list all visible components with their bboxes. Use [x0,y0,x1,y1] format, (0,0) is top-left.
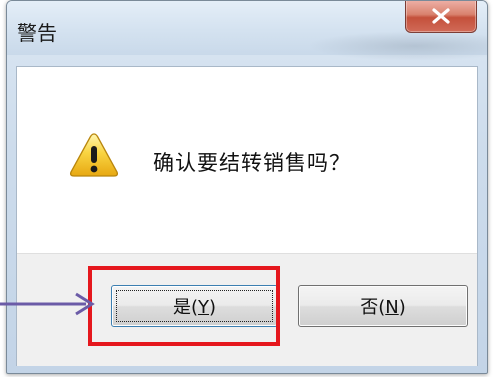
no-button[interactable]: 否(N) [298,285,468,327]
message-area: 确认要结转销售吗？ [17,67,477,253]
screenshot-stage: 警告 确认要结转销售吗？ 是(Y) 否(N) [0,0,495,377]
window-title: 警告 [17,21,57,45]
yes-button[interactable]: 是(Y) [111,285,278,327]
warning-icon [69,133,119,177]
close-icon [432,8,450,24]
close-button[interactable] [405,1,477,33]
yes-button-label: 是(Y) [172,297,217,318]
confirm-message: 确认要结转销售吗？ [153,151,351,175]
no-button-label: 否(N) [360,297,406,318]
title-bar[interactable]: 警告 [7,1,487,61]
